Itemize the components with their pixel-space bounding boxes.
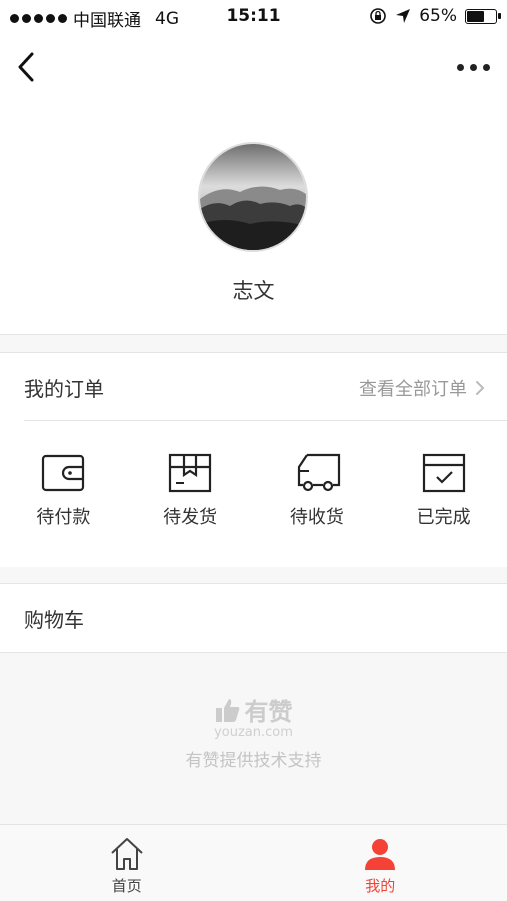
view-all-orders-label: 查看全部订单: [359, 375, 467, 401]
support-text: 有赞提供技术支持: [0, 746, 507, 771]
battery-percent: 65%: [419, 6, 457, 26]
status-bar: 中国联通 4G 15:11 65%: [0, 0, 507, 34]
status-right: 65%: [369, 6, 497, 26]
more-button[interactable]: [453, 56, 493, 78]
order-status-pending-payment[interactable]: 待付款: [0, 453, 127, 529]
package-icon: [168, 453, 212, 493]
avatar-image: [200, 144, 306, 250]
order-status-label: 待收货: [254, 503, 381, 529]
order-status-pending-shipment[interactable]: 待发货: [127, 453, 254, 529]
check-box-icon: [422, 453, 466, 493]
more-dot: [457, 64, 464, 71]
back-button[interactable]: [14, 49, 40, 85]
battery-icon: [465, 9, 497, 24]
wallet-icon: [41, 453, 85, 493]
order-status-completed[interactable]: 已完成: [380, 453, 507, 529]
location-arrow-icon: [395, 8, 411, 24]
orders-title: 我的订单: [24, 373, 104, 402]
user-icon: [362, 837, 398, 871]
user-nickname: 志文: [0, 275, 507, 305]
profile-section: 志文: [0, 100, 507, 335]
powered-by: 有赞 youzan.com 有赞提供技术支持: [0, 692, 507, 771]
view-all-orders-link[interactable]: 查看全部订单: [359, 375, 485, 401]
order-status-pending-receipt[interactable]: 待收货: [254, 453, 381, 529]
chevron-right-icon: [475, 380, 485, 396]
more-dot: [470, 64, 477, 71]
cart-title: 购物车: [24, 604, 84, 633]
nav-bar: [0, 34, 507, 100]
avatar[interactable]: [198, 142, 308, 252]
thumbs-up-icon: [215, 697, 241, 723]
more-dot: [483, 64, 490, 71]
brand-name: 有赞: [245, 692, 293, 727]
chevron-left-icon: [14, 49, 40, 85]
cart-row[interactable]: 购物车: [0, 583, 507, 653]
tab-home[interactable]: 首页: [0, 825, 254, 901]
order-status-label: 已完成: [380, 503, 507, 529]
order-status-label: 待发货: [127, 503, 254, 529]
orders-card: 我的订单 查看全部订单 待付款 待发货: [0, 352, 507, 567]
order-status-row: 待付款 待发货 待收货: [0, 453, 507, 529]
brand-domain: youzan.com: [0, 725, 507, 740]
tab-mine-label: 我的: [254, 875, 507, 896]
orders-header: 我的订单 查看全部订单: [24, 353, 507, 421]
home-icon: [109, 837, 145, 871]
truck-icon: [293, 453, 341, 493]
tab-mine[interactable]: 我的: [254, 825, 507, 901]
order-status-label: 待付款: [0, 503, 127, 529]
rotation-lock-icon: [369, 7, 387, 25]
tab-bar: 首页 我的: [0, 824, 507, 901]
tab-home-label: 首页: [0, 875, 254, 896]
brand-logo: 有赞: [0, 692, 507, 727]
